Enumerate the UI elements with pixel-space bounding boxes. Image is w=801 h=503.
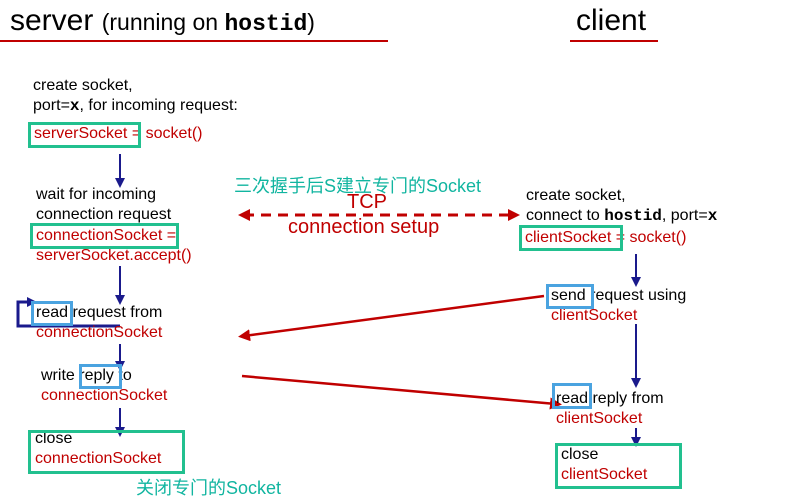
- client-read-box: [552, 383, 592, 409]
- client-close-box: [555, 443, 682, 489]
- server-read-box: [31, 301, 73, 326]
- client-send-socket: clientSocket: [551, 307, 638, 324]
- tcp-label: TCP: [347, 191, 387, 213]
- close-note: 关闭专门的Socket: [136, 478, 282, 498]
- connection-socket-box: [30, 223, 179, 249]
- client-send-box: [546, 284, 594, 309]
- client-read-socket: clientSocket: [556, 410, 643, 427]
- server-create-socket-text: create socket, port=x, for incoming requ…: [33, 77, 238, 115]
- server-read-socket: connectionSocket: [36, 324, 163, 341]
- request-arrow: [238, 294, 545, 342]
- server-close-box: [28, 430, 185, 474]
- connection-setup-label: connection setup: [288, 216, 440, 238]
- server-write-socket: connectionSocket: [41, 387, 168, 404]
- server-wait-text: wait for incoming connection request: [36, 186, 172, 223]
- server-socket-box: [28, 122, 141, 148]
- client-socket-box: [519, 225, 623, 251]
- client-create-socket-text: create socket, connect to hostid, port=x: [526, 187, 718, 225]
- reply-arrow: [241, 374, 562, 410]
- accept-call: serverSocket.accept(): [36, 247, 192, 264]
- server-reply-box: [79, 364, 122, 389]
